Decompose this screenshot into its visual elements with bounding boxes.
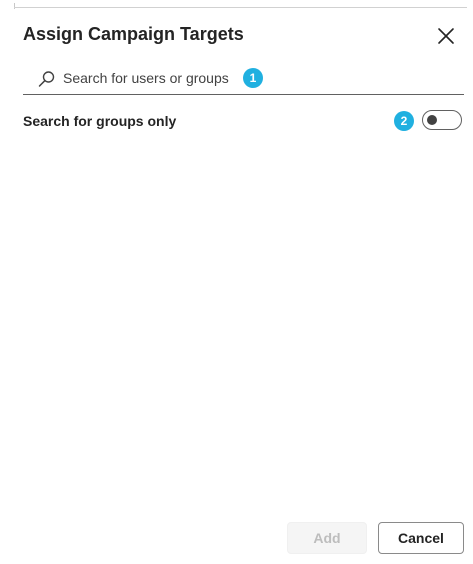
toggle-knob	[427, 115, 437, 125]
search-icon	[38, 71, 55, 87]
assign-campaign-targets-dialog: Assign Campaign Targets 1 Search for gro…	[0, 0, 473, 564]
search-input[interactable]	[63, 67, 253, 89]
cancel-button[interactable]: Cancel	[378, 522, 464, 554]
close-button[interactable]	[434, 24, 458, 48]
top-divider	[14, 7, 467, 8]
groups-only-label: Search for groups only	[23, 113, 177, 129]
annotation-badge-1: 1	[243, 68, 263, 88]
dialog-title: Assign Campaign Targets	[23, 24, 244, 44]
annotation-badge-2: 2	[394, 111, 414, 131]
add-button[interactable]: Add	[287, 522, 367, 554]
top-divider-stub	[14, 3, 15, 9]
groups-only-toggle[interactable]	[422, 110, 462, 130]
close-icon	[438, 28, 454, 44]
